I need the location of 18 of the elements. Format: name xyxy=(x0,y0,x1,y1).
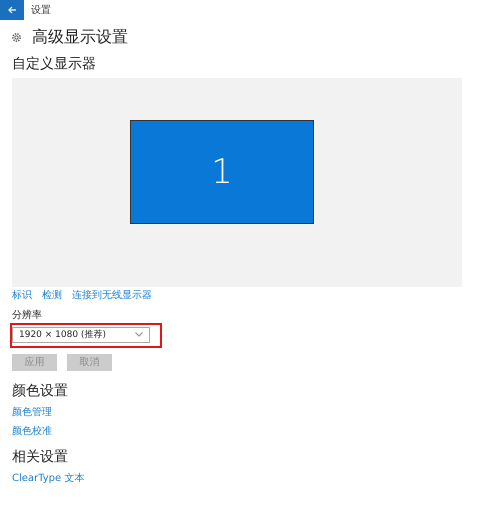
section-heading: 自定义显示器 xyxy=(12,55,97,74)
link[interactable]: 颜色校准 xyxy=(12,424,52,438)
resolution-dropdown[interactable]: 1920 × 1080 (推荐) xyxy=(12,326,150,342)
link[interactable]: 连接到无线显示器 xyxy=(72,289,152,303)
link[interactable]: ClearType 文本 xyxy=(12,472,84,486)
chevron-down-icon xyxy=(135,332,143,337)
link[interactable]: 检测 xyxy=(42,289,62,303)
section-heading: 颜色设置 xyxy=(12,382,69,400)
back-button[interactable] xyxy=(0,0,24,20)
page-title: 高级显示设置 xyxy=(32,26,128,48)
window-title: 设置 xyxy=(31,4,51,17)
field-label: 分辨率 xyxy=(12,309,43,322)
monitor-tile[interactable]: 1 xyxy=(130,120,314,224)
gear-icon xyxy=(11,32,22,42)
link[interactable]: 颜色管理 xyxy=(12,406,52,420)
section-heading: 相关设置 xyxy=(12,448,69,466)
back-arrow-icon xyxy=(7,5,17,15)
link[interactable]: 标识 xyxy=(12,289,32,303)
